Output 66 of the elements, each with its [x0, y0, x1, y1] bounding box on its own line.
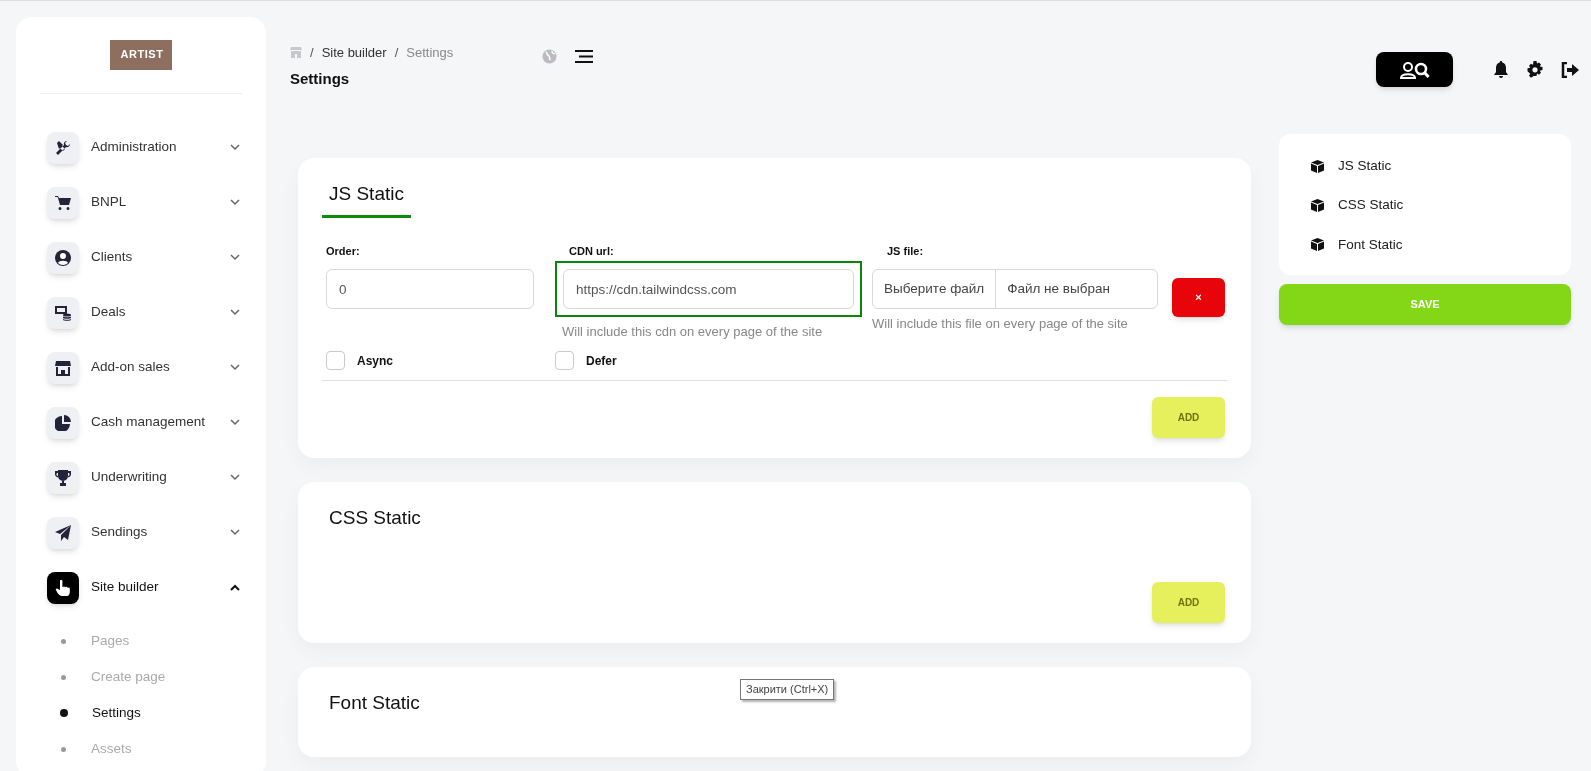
section-nav-link[interactable]: Font Static	[1311, 234, 1539, 255]
add-button[interactable]: ADD	[1152, 397, 1225, 438]
logout-icon[interactable]	[1561, 62, 1579, 78]
bell-icon[interactable]	[1493, 61, 1509, 79]
add-button[interactable]: ADD	[1152, 581, 1225, 623]
sidebar-item[interactable]: Underwriting	[47, 450, 240, 505]
chevron-icon	[230, 584, 240, 591]
section-nav-link[interactable]: CSS Static	[1311, 195, 1539, 216]
text-input-field[interactable]: https://cdn.tailwindcss.com	[563, 269, 854, 309]
chevron-icon	[230, 364, 240, 371]
pointing-hand-icon	[55, 579, 71, 596]
paper-plane-icon	[55, 524, 71, 541]
sidebar-item[interactable]: Site builder	[47, 560, 240, 615]
cube-icon	[1311, 238, 1324, 252]
cube-icon	[1311, 198, 1324, 212]
chevron-icon	[230, 144, 240, 151]
cart-icon	[55, 194, 71, 211]
sidebar-item[interactable]: Add-on sales	[47, 340, 240, 395]
chevron-icon	[230, 199, 240, 206]
sidebar-item[interactable]: Administration	[47, 120, 240, 175]
user-search-icon	[1399, 60, 1430, 79]
file-status-text: Файл не выбран	[1006, 279, 1111, 298]
sidebar-item[interactable]: Cash management	[47, 395, 240, 450]
file-input-field[interactable]: Выберите файл Файл не выбран	[872, 269, 1158, 309]
section-nav-link[interactable]: JS Static	[1311, 156, 1539, 177]
checkbox[interactable]	[326, 351, 345, 370]
settings-icon[interactable]	[1526, 61, 1544, 79]
remove-button[interactable]: ×	[1172, 277, 1225, 317]
sidebar-item[interactable]: Sendings	[47, 505, 240, 560]
breadcrumb-link[interactable]: Site builder	[321, 43, 387, 63]
store-icon	[55, 359, 71, 376]
chevron-icon	[230, 474, 240, 481]
chevron-icon	[230, 254, 240, 261]
tooltip: Закрити (Ctrl+X)	[740, 679, 835, 700]
checkbox-label: Defer	[586, 352, 617, 370]
choose-file-button[interactable]: Выберите файл	[873, 270, 997, 308]
user-search-button[interactable]	[1376, 52, 1453, 87]
checkbox[interactable]	[555, 351, 574, 370]
field-label: Order:	[326, 243, 361, 259]
submenu-item[interactable]: Settings	[47, 695, 240, 731]
breadcrumb-separator: /	[394, 44, 399, 62]
field-label: CDN url:	[568, 243, 615, 259]
checkbox-label: Async	[357, 352, 394, 370]
sidebar-item[interactable]: Clients	[47, 230, 240, 285]
chevron-icon	[230, 309, 240, 316]
tools-icon	[55, 139, 71, 156]
field-hint: Will include this cdn on every page of the site	[561, 323, 824, 341]
user-circle-icon	[55, 249, 71, 266]
page-title: Settings	[290, 68, 351, 89]
section-title: JS Static	[322, 180, 411, 218]
text-input-field[interactable]: 0	[326, 269, 534, 309]
breadcrumb-separator: /	[310, 44, 314, 62]
section-title: Font Static	[328, 690, 421, 715]
field-hint: Will include this file on every page of the site	[872, 315, 1129, 333]
screen-coins-icon	[55, 304, 71, 321]
menu-icon[interactable]	[575, 50, 593, 63]
chevron-icon	[230, 529, 240, 536]
sidebar-item[interactable]: BNPL	[47, 175, 240, 230]
sidebar-item[interactable]: Deals	[47, 285, 240, 340]
logo[interactable]: ARTIST	[110, 39, 172, 71]
cube-icon	[1311, 159, 1324, 173]
section-title: CSS Static	[328, 506, 422, 530]
pie-chart-icon	[55, 414, 71, 431]
chevron-icon	[230, 419, 240, 426]
trophy-icon	[55, 469, 71, 486]
field-label: JS file:	[886, 243, 925, 259]
